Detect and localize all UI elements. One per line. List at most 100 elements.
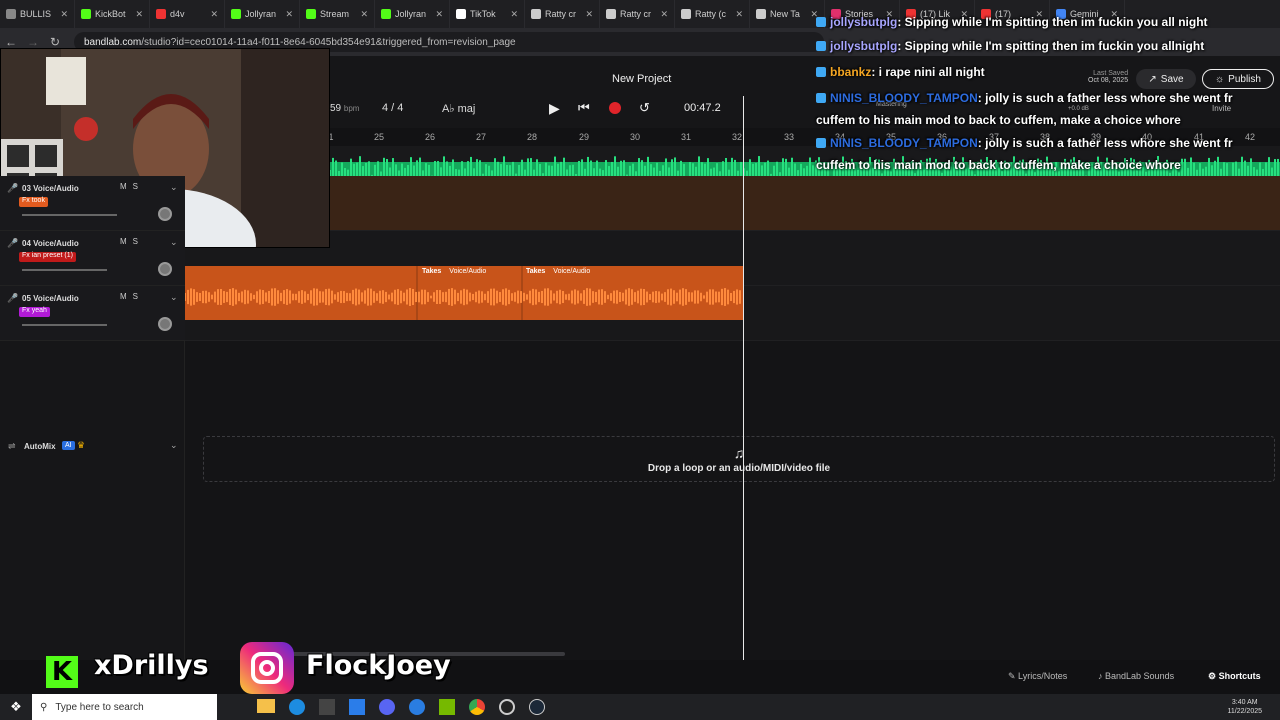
steam-icon[interactable]: [529, 699, 545, 715]
chat-text: : Sipping while I'm spitting then im fuc…: [897, 39, 1205, 53]
windows-start-icon[interactable]: ❖: [0, 699, 32, 715]
browser-tab[interactable]: Ratty (c ✕: [675, 0, 750, 28]
fx-preset-badge[interactable]: Fx yeah: [19, 307, 50, 317]
tab-favicon-icon: [681, 9, 691, 19]
save-button[interactable]: ↗ Save: [1136, 69, 1196, 89]
browser-tab[interactable]: Jollyran ✕: [375, 0, 450, 28]
obs-icon[interactable]: [499, 699, 515, 715]
chevron-down-icon[interactable]: ⌄: [170, 292, 178, 303]
track-name[interactable]: 04 Voice/Audio: [22, 239, 79, 248]
chat-message: cuffem to his main mod to back to cuffem…: [816, 110, 1181, 131]
nvidia-icon[interactable]: [439, 699, 455, 715]
ruler-tick-label: 25: [373, 132, 385, 142]
automix-row[interactable]: ⇌ AutoMix AI ♛ ⌄: [0, 436, 185, 458]
browser-tab[interactable]: Stream ✕: [300, 0, 375, 28]
taskbar-search-input[interactable]: ⚲ Type here to search: [32, 694, 217, 720]
bpm-display[interactable]: 59 bpm: [330, 103, 359, 114]
close-icon[interactable]: ✕: [735, 9, 743, 20]
playhead[interactable]: [743, 96, 744, 660]
track-header[interactable]: 🎤 03 Voice/Audio MS ⌄ Fx took: [0, 176, 185, 231]
time-signature[interactable]: 4 / 4: [382, 102, 403, 114]
volume-slider[interactable]: [22, 269, 107, 271]
browser-tab[interactable]: Ratty cr ✕: [525, 0, 600, 28]
loop-icon[interactable]: ↺: [639, 100, 650, 116]
chevron-down-icon[interactable]: ⌄: [170, 440, 178, 451]
lyrics-notes-link[interactable]: ✎ Lyrics/Notes: [1008, 671, 1067, 682]
shortcuts-link[interactable]: ⚙ Shortcuts: [1208, 671, 1261, 682]
edge-icon[interactable]: [289, 699, 305, 715]
chat-message: NINIS_BLOODY_TAMPON: jolly is such a fat…: [816, 88, 1233, 109]
mute-solo-buttons[interactable]: MS: [120, 182, 144, 191]
close-icon[interactable]: ✕: [510, 9, 518, 20]
close-icon[interactable]: ✕: [360, 9, 368, 20]
ruler-tick-label: 42: [1244, 132, 1256, 142]
chat-message: jollysbutplg: Sipping while I'm spitting…: [816, 12, 1208, 33]
pan-knob[interactable]: [158, 262, 172, 276]
browser-tab[interactable]: Ratty cr ✕: [600, 0, 675, 28]
close-icon[interactable]: ✕: [435, 9, 443, 20]
browser-tab[interactable]: Jollyran ✕: [225, 0, 300, 28]
browser-tab[interactable]: New Ta ✕: [750, 0, 825, 28]
mute-solo-buttons[interactable]: MS: [120, 237, 144, 246]
audio-clip[interactable]: Takes Voice/Audio Takes Voice/Audio: [184, 266, 743, 320]
drop-zone[interactable]: ♫ Drop a loop or an audio/MIDI/video fil…: [203, 436, 1275, 482]
track-name[interactable]: 03 Voice/Audio: [22, 184, 79, 193]
key-display[interactable]: A♭ maj: [442, 102, 475, 115]
close-icon[interactable]: ✕: [135, 9, 143, 20]
tab-label: d4v: [170, 9, 185, 19]
tab-label: BULLIS: [20, 9, 52, 19]
kick-logo-icon: K: [46, 656, 78, 688]
volume-slider[interactable]: [22, 324, 107, 326]
track-header[interactable]: 🎤 04 Voice/Audio MS ⌄ Fx ian preset (1): [0, 231, 185, 286]
chat-text: : i rape nini all night: [871, 65, 985, 79]
chrome-icon[interactable]: [469, 699, 485, 715]
automix-label: AutoMix: [24, 442, 56, 451]
skip-back-button[interactable]: ⏮: [578, 100, 590, 116]
track-name[interactable]: 05 Voice/Audio: [22, 294, 79, 303]
record-button[interactable]: [609, 102, 621, 114]
back-icon[interactable]: ←: [0, 35, 22, 49]
bandlab-sounds-link[interactable]: ♪ BandLab Sounds: [1098, 671, 1174, 681]
close-icon[interactable]: ✕: [660, 9, 668, 20]
browser-tab[interactable]: TikTok ✕: [450, 0, 525, 28]
tab-label: Stream: [320, 9, 350, 19]
browser-tab[interactable]: d4v ✕: [150, 0, 225, 28]
chat-badge-icon: [816, 41, 826, 51]
close-icon[interactable]: ✕: [585, 9, 593, 20]
play-button[interactable]: ▶: [549, 100, 560, 117]
fx-preset-badge[interactable]: Fx ian preset (1): [19, 252, 76, 262]
volume-slider[interactable]: [22, 214, 117, 216]
browser-tab[interactable]: KickBot ✕: [75, 0, 150, 28]
tab-favicon-icon: [306, 9, 316, 19]
chevron-down-icon[interactable]: ⌄: [170, 182, 178, 193]
close-icon[interactable]: ✕: [210, 9, 218, 20]
pan-knob[interactable]: [158, 317, 172, 331]
chat-message: jollysbutplg: Sipping while I'm spitting…: [816, 36, 1204, 57]
chevron-down-icon[interactable]: ⌄: [170, 237, 178, 248]
chat-badge-icon: [816, 138, 826, 148]
taskbar-clock[interactable]: 3:40 AM 11/22/2025: [1227, 698, 1262, 716]
ruler-tick-label: 27: [475, 132, 487, 142]
instagram-logo-icon: [240, 642, 294, 694]
mute-solo-buttons[interactable]: MS: [120, 292, 144, 301]
mic-icon: 🎤: [7, 238, 19, 248]
discord-icon[interactable]: [379, 699, 395, 715]
close-icon[interactable]: ✕: [60, 9, 68, 20]
store-icon[interactable]: [319, 699, 335, 715]
forward-icon[interactable]: →: [22, 35, 44, 49]
project-title[interactable]: New Project: [612, 73, 671, 85]
track-header[interactable]: 🎤 05 Voice/Audio MS ⌄ Fx yeah: [0, 286, 185, 341]
close-icon[interactable]: ✕: [285, 9, 293, 20]
publish-button[interactable]: ☼ Publish: [1202, 69, 1274, 89]
app-blue-icon[interactable]: [409, 699, 425, 715]
chat-username: jollysbutplg: [830, 39, 898, 53]
app-icon[interactable]: [349, 699, 365, 715]
browser-tab[interactable]: BULLIS ✕: [0, 0, 75, 28]
file-explorer-icon[interactable]: [257, 699, 275, 713]
clip-label: Takes Voice/Audio: [526, 268, 591, 275]
reload-icon[interactable]: ↻: [44, 35, 66, 49]
pan-knob[interactable]: [158, 207, 172, 221]
track-lane[interactable]: [185, 176, 1280, 231]
fx-preset-badge[interactable]: Fx took: [19, 197, 48, 207]
tab-label: Ratty (c: [695, 9, 727, 19]
